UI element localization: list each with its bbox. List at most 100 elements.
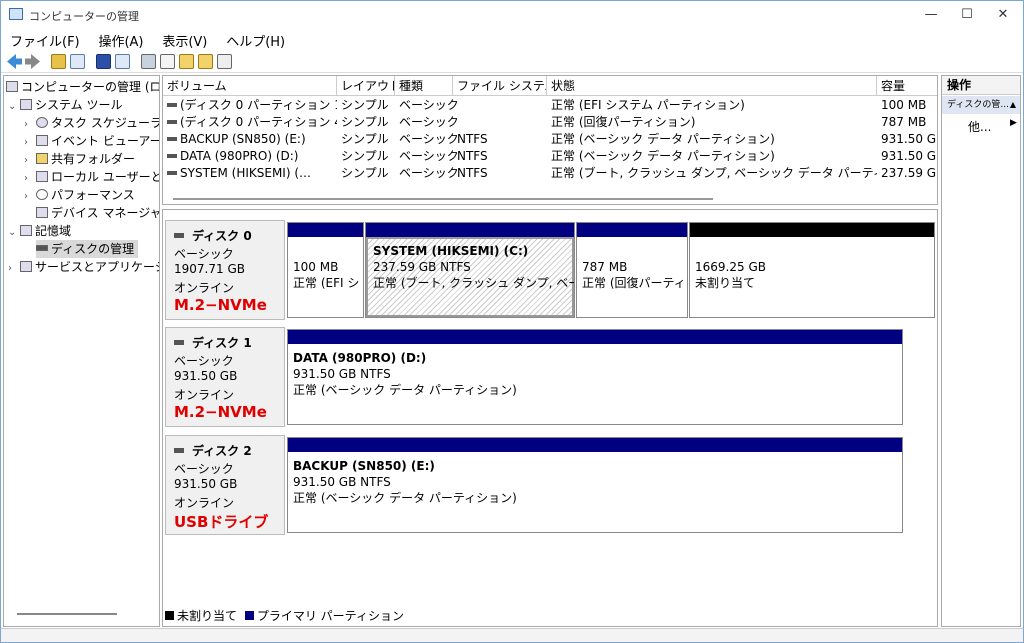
chevron-right-icon[interactable]: › [8, 263, 20, 274]
forward-arrow-icon[interactable] [25, 54, 40, 69]
list-icon[interactable] [217, 54, 232, 69]
volume-row[interactable]: (ディスク 0 パーティション 1) シンプル ベーシック 正常 (EFI シス… [163, 97, 937, 114]
chevron-right-icon[interactable]: › [24, 137, 36, 148]
disk-name: ディスク 1 [192, 336, 252, 350]
partition-data-d[interactable]: DATA (980PRO) (D:) 931.50 GB NTFS 正常 (ベー… [287, 329, 903, 425]
disk-size: 1907.71 GB [174, 262, 245, 276]
disk-graphical-view: ディスク 0 ベーシック 1907.71 GB オンライン M.2−NVMe 1… [162, 209, 938, 627]
menu-file[interactable]: ファイル(F) [4, 29, 86, 52]
partition-unallocated[interactable]: 1669.25 GB 未割り当て [689, 222, 935, 318]
up-folder-icon[interactable] [51, 54, 66, 69]
tree-event-viewer[interactable]: › イベント ビューアー [24, 132, 159, 150]
partition-status: 正常 (ブート, クラッシュ ダンプ, ベーシ [373, 276, 575, 290]
partition-backup-e[interactable]: BACKUP (SN850) (E:) 931.50 GB NTFS 正常 (ベ… [287, 437, 903, 533]
disk-1-info[interactable]: ディスク 1 ベーシック 931.50 GB オンライン M.2−NVMe [165, 327, 285, 427]
disk-status: オンライン [174, 281, 235, 295]
disk-type: ベーシック [174, 462, 234, 476]
chevron-right-icon[interactable]: › [24, 155, 36, 166]
storage-icon [20, 225, 32, 236]
window-title: コンピューターの管理 [29, 10, 139, 23]
menu-bar: ファイル(F) 操作(A) 表示(V) ヘルプ(H) [1, 29, 1023, 51]
actions-section-disk-management[interactable]: ディスクの管... ▲ [942, 96, 1020, 114]
column-type[interactable]: 種類 [395, 76, 453, 96]
more-actions-item[interactable]: 他... [968, 118, 991, 135]
chevron-down-icon[interactable]: ⌄ [8, 101, 20, 112]
disk-size: 931.50 GB [174, 477, 238, 491]
help-icon[interactable] [96, 54, 111, 69]
disk-0-info[interactable]: ディスク 0 ベーシック 1907.71 GB オンライン M.2−NVMe [165, 220, 285, 320]
submenu-arrow-icon: ▶ [1010, 118, 1017, 128]
volume-row[interactable]: SYSTEM (HIKSEMI) (… シンプル ベーシック NTFS 正常 (… [163, 165, 937, 182]
checklist-icon[interactable] [160, 54, 175, 69]
tree-device-manager[interactable]: デバイス マネージャー [24, 204, 159, 222]
column-layout[interactable]: レイアウト [337, 76, 395, 96]
minimize-button[interactable]: — [913, 1, 949, 29]
column-status[interactable]: 状態 [547, 76, 877, 96]
properties-icon[interactable] [115, 54, 130, 69]
volume-row[interactable]: BACKUP (SN850) (E:) シンプル ベーシック NTFS 正常 (… [163, 131, 937, 148]
disk-status: オンライン [174, 496, 235, 510]
partition-system-c[interactable]: SYSTEM (HIKSEMI) (C:) 237.59 GB NTFS 正常 … [365, 222, 575, 318]
partition-status: 未割り当て [695, 276, 756, 290]
shared-folder-icon [36, 153, 48, 164]
close-button[interactable]: ✕ [985, 1, 1021, 29]
volume-list: ボリューム レイアウト 種類 ファイル システム 状態 容量 (ディスク 0 パ… [162, 75, 938, 205]
partition-title: DATA (980PRO) (D:) [293, 351, 427, 365]
collapse-up-icon[interactable]: ▲ [1010, 96, 1016, 114]
tree-system-tools[interactable]: ⌄ システム ツール [8, 96, 122, 114]
performance-icon [36, 189, 48, 200]
tree-disk-management[interactable]: ディスクの管理 [36, 240, 139, 258]
disk-2-info[interactable]: ディスク 2 ベーシック 931.50 GB オンライン USBドライブ [165, 435, 285, 535]
unallocated-swatch [165, 611, 174, 620]
volume-list-scrollbar[interactable] [173, 198, 713, 200]
tree-services[interactable]: ›サービスとアプリケーション [8, 258, 159, 276]
status-bar [1, 628, 1023, 642]
partition-recovery[interactable]: 787 MB 正常 (回復パーティ [576, 222, 688, 318]
disk-icon [167, 103, 177, 107]
folder-add-icon[interactable] [179, 54, 194, 69]
chevron-down-icon[interactable]: ⌄ [8, 227, 20, 238]
volume-row[interactable]: DATA (980PRO) (D:) シンプル ベーシック NTFS 正常 (ベ… [163, 148, 937, 165]
tree-scrollbar[interactable] [17, 613, 117, 615]
menu-view[interactable]: 表示(V) [156, 29, 213, 52]
tree-shared-folders[interactable]: › 共有フォルダー [24, 150, 135, 168]
services-icon [20, 261, 32, 272]
disk-name: ディスク 0 [192, 229, 252, 243]
partition-size: 931.50 GB NTFS [293, 367, 391, 381]
legend-primary: プライマリ パーティション [256, 609, 404, 623]
column-capacity[interactable]: 容量 [877, 76, 937, 96]
chevron-right-icon[interactable]: › [24, 119, 36, 130]
disk-name: ディスク 2 [192, 444, 252, 458]
partition-size: 931.50 GB NTFS [293, 475, 391, 489]
column-filesystem[interactable]: ファイル システム [453, 76, 547, 96]
disk-type: ベーシック [174, 247, 234, 261]
actions-header: 操作 [942, 76, 1020, 95]
disk-icon [174, 448, 184, 453]
disk-icon [174, 233, 184, 238]
chevron-right-icon[interactable]: › [24, 191, 36, 202]
tree-performance[interactable]: › パフォーマンス [24, 186, 135, 204]
show-hide-tree-icon[interactable] [70, 54, 85, 69]
chevron-right-icon[interactable]: › [24, 173, 36, 184]
back-arrow-icon[interactable] [7, 54, 22, 69]
tree-root[interactable]: コンピューターの管理 (ロ [6, 78, 159, 96]
partition-efi[interactable]: 100 MB 正常 (EFI シ [287, 222, 364, 318]
device-manager-icon [36, 207, 48, 218]
disk-icon [167, 137, 177, 141]
tree-task-scheduler[interactable]: › タスク スケジューラ [24, 114, 159, 132]
menu-action[interactable]: 操作(A) [92, 29, 149, 52]
disk-annotation: USBドライブ [174, 513, 269, 531]
partition-size: 1669.25 GB [695, 260, 766, 274]
tools-icon [20, 99, 32, 110]
column-volume[interactable]: ボリューム [163, 76, 337, 96]
tree-local-users[interactable]: ›ローカル ユーザーとグ [24, 168, 159, 186]
computer-icon [6, 81, 18, 92]
volume-row[interactable]: (ディスク 0 パーティション 4) シンプル ベーシック 正常 (回復パーティ… [163, 114, 937, 131]
menu-help[interactable]: ヘルプ(H) [220, 29, 291, 52]
partition-status: 正常 (ベーシック データ パーティション) [293, 383, 517, 397]
event-log-icon [36, 135, 48, 146]
connect-icon[interactable] [141, 54, 156, 69]
maximize-button[interactable]: ☐ [949, 1, 985, 29]
search-folder-icon[interactable] [198, 54, 213, 69]
tree-storage[interactable]: ⌄ 記憶域 [8, 222, 71, 240]
